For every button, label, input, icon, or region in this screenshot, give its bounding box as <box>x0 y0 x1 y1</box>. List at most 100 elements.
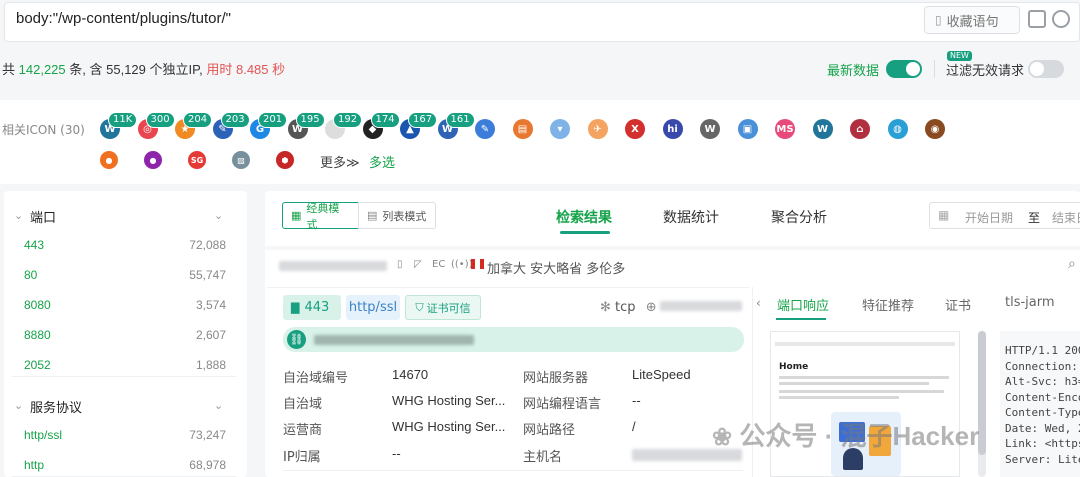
facet-item-label[interactable]: 8080 <box>24 298 51 312</box>
icon-filter-item[interactable]: ▨ <box>232 151 250 169</box>
section-divider <box>12 376 236 377</box>
icon-filter-item[interactable]: ⬢ <box>276 151 294 169</box>
tab-certificate[interactable]: 证书 <box>945 295 971 314</box>
tab-tls-jarm[interactable]: tls-jarm <box>1005 295 1055 310</box>
icon-filter-item[interactable]: ◍ <box>887 119 908 139</box>
icon-filter-item[interactable]: G 201 <box>250 112 288 139</box>
icon-filter-item[interactable]: ▾ <box>550 119 570 139</box>
http-header-line: Date: Wed, 2 <box>1005 421 1080 435</box>
icon-filter-item[interactable]: W 161 <box>437 112 475 139</box>
icon-filter-item[interactable]: ★ 204 <box>175 112 213 139</box>
facet-item-label[interactable]: http/ssl <box>24 428 62 442</box>
field-value[interactable]: -- <box>392 446 507 461</box>
facet-item-label[interactable]: 8880 <box>24 328 51 342</box>
house-icon: ⌂ <box>850 119 870 139</box>
icon-filter-item[interactable]: W <box>700 119 720 139</box>
tab-port-response[interactable]: 端口响应 <box>777 295 829 314</box>
icon-filter-item[interactable]: SG <box>188 151 206 169</box>
filter-invalid-label: 过滤无效请求 <box>946 64 1025 79</box>
field-value[interactable]: WHG Hosting Ser... <box>392 393 507 408</box>
preview-scroll-thumb[interactable] <box>978 331 986 455</box>
icon-filter-item[interactable]: ▣ <box>737 119 758 139</box>
wordpress-icon: W <box>700 119 720 139</box>
book-icon: ▤ <box>512 119 533 139</box>
icon-filter-item[interactable]: W 195 <box>287 112 325 139</box>
icon-filter-item[interactable]: ▲ 167 <box>400 112 438 139</box>
facet-item-label[interactable]: 80 <box>24 268 37 282</box>
scan-icon[interactable] <box>1028 10 1046 28</box>
start-date-input[interactable]: 开始日期 <box>965 209 1013 226</box>
chevron-down-icon[interactable]: ⌄ <box>214 209 223 222</box>
classic-mode-button[interactable]: ▦ 经典模式 <box>282 202 359 231</box>
website-screenshot[interactable]: Home <box>770 331 960 477</box>
watermark: ❀ 公众号 · 混子Hacker <box>712 421 980 451</box>
redacted-ip <box>279 261 387 271</box>
http-header-line: Link: <https <box>1005 437 1080 450</box>
tab-statistics[interactable]: 数据统计 <box>663 207 719 227</box>
search-icon[interactable]: ⌕ <box>1068 256 1076 272</box>
canada-flag-icon <box>471 259 484 269</box>
favorite-query-button[interactable]: ▯ 收藏语句 <box>924 6 1020 34</box>
chevron-down-icon[interactable]: ⌄ <box>14 399 23 412</box>
more-icons-link[interactable]: 更多≫ <box>320 152 360 171</box>
tab-feature-recommend[interactable]: 特征推荐 <box>862 295 914 314</box>
facet-section-title[interactable]: 端口 <box>30 207 56 226</box>
facet-item-count: 55,747 <box>189 268 226 282</box>
field-label: 网站路径 <box>523 423 576 438</box>
icon-filter-item[interactable]: ◉ <box>925 119 945 139</box>
chevron-down-icon[interactable]: ⌄ <box>14 209 23 222</box>
icon-filter-item[interactable]: W <box>812 119 833 139</box>
date-range-picker[interactable]: ▦ 开始日期 至 结束日 <box>929 202 1080 229</box>
icon-filter-item[interactable]: ⌂ <box>850 119 870 139</box>
filter-invalid-toggle[interactable] <box>1028 60 1064 78</box>
icon-filter-item[interactable]: ✎ 203 <box>212 112 250 139</box>
http-header-line: Connection: <box>1005 359 1078 373</box>
field-value[interactable]: -- <box>632 393 742 408</box>
icon-filter-item[interactable]: ✎ <box>475 119 495 139</box>
screenshot-icon[interactable]: ◸ <box>414 259 422 270</box>
icon-count-badge: 11K <box>108 112 138 128</box>
purple-circle-icon: ● <box>144 151 162 169</box>
end-date-input[interactable]: 结束日 <box>1052 209 1080 226</box>
facet-section-title[interactable]: 服务协议 <box>30 397 82 416</box>
field-label: IP归属 <box>283 450 321 465</box>
icon-filter-item[interactable]: ● <box>144 151 162 169</box>
multi-select-link[interactable]: 多选 <box>369 152 395 171</box>
camera-icon[interactable] <box>1052 10 1070 28</box>
facet-item-label[interactable]: http <box>24 458 44 472</box>
ms-lite-icon: MS <box>775 119 795 139</box>
date-separator: 至 <box>1028 211 1041 225</box>
chevron-left-icon[interactable]: ‹ <box>756 296 761 310</box>
photo-icon: ◉ <box>925 119 945 139</box>
divider <box>934 60 935 78</box>
chevron-down-icon[interactable]: ⌄ <box>214 399 223 412</box>
icon-filter-item[interactable]: hi <box>662 119 683 139</box>
icon-filter-item[interactable]: X <box>625 119 645 139</box>
protocol-chip[interactable]: http/ssl <box>346 295 400 320</box>
redacted-host <box>660 301 742 311</box>
port-chip[interactable]: ▇ 443 <box>283 295 341 320</box>
server-icon: ▇ <box>291 301 300 314</box>
icon-filter-item[interactable]: MS <box>775 119 795 139</box>
field-value[interactable]: LiteSpeed <box>632 367 742 382</box>
facet-item-label[interactable]: 2052 <box>24 358 51 372</box>
list-mode-button[interactable]: ▤ 列表模式 <box>358 202 436 229</box>
icon-filter-item[interactable]: ✈ <box>587 119 608 139</box>
cert-trusted-chip[interactable]: ⛉ 证书可信 <box>405 295 481 320</box>
field-value[interactable]: 14670 <box>392 367 507 382</box>
icon-filter-item[interactable]: 192 <box>325 112 363 139</box>
tab-search-results[interactable]: 检索结果 <box>556 207 612 227</box>
icon-count-badge: 161 <box>445 112 475 128</box>
icon-filter-item[interactable]: W 11K <box>100 112 138 139</box>
icon-filter-item[interactable]: ◆ 174 <box>362 112 400 139</box>
search-query-input[interactable]: body:"/wp-content/plugins/tutor/" <box>16 10 231 27</box>
latest-data-toggle[interactable] <box>886 60 922 78</box>
icon-filter-item[interactable]: ● <box>100 151 118 169</box>
document-icon[interactable]: ▯ <box>397 259 403 270</box>
icon-filter-item[interactable]: ◎ 300 <box>137 112 175 139</box>
field-value[interactable]: WHG Hosting Ser... <box>392 419 507 434</box>
http-header-line: HTTP/1.1 200 <box>1005 344 1080 357</box>
tab-aggregation[interactable]: 聚合分析 <box>771 207 827 227</box>
icon-filter-item[interactable]: ▤ <box>512 119 533 139</box>
facet-item-label[interactable]: 443 <box>24 238 44 252</box>
